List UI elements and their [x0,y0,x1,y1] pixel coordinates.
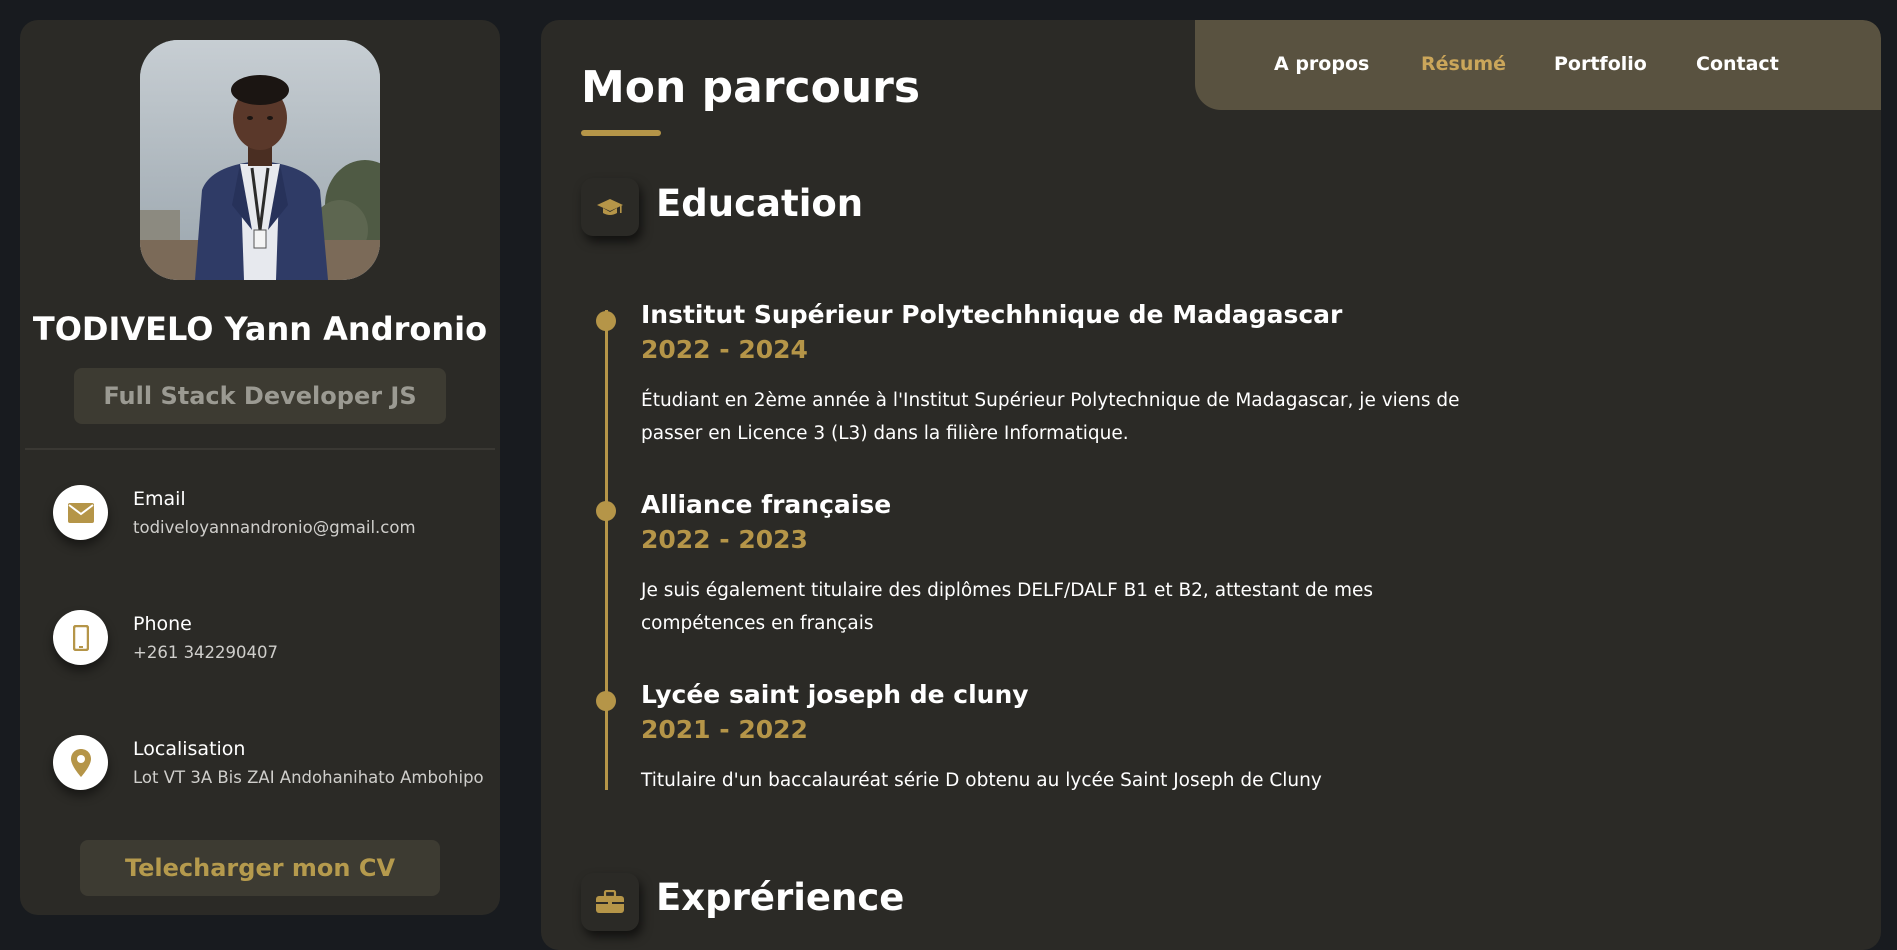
nav-link-resume[interactable]: Résumé [1421,53,1506,75]
profile-photo [140,40,380,280]
top-navbar: A propos Résumé Portfolio Contact [1195,20,1881,110]
education-dates: 2022 - 2023 [641,525,808,554]
nav-link-portfolio[interactable]: Portfolio [1554,53,1647,75]
education-description: Titulaire d'un baccalauréat série D obte… [641,770,1322,791]
education-description: Étudiant en 2ème année à l'Institut Supé… [641,390,1460,444]
map-pin-icon [53,735,108,790]
education-dates: 2022 - 2024 [641,335,808,364]
timeline-dot [596,691,616,711]
education-institution: Lycée saint joseph de cluny [641,680,1029,709]
education-description: Je suis également titulaire des diplômes… [641,580,1374,634]
profile-title-badge: Full Stack Developer JS [74,368,446,424]
contact-email-value[interactable]: todiveloyannandronio@gmail.com [133,518,416,537]
education-timeline [605,310,608,790]
contact-label: Email [133,488,186,510]
envelope-icon [53,485,108,540]
contact-location: Localisation Lot VT 3A Bis ZAI Andohanih… [53,735,493,795]
sidebar: TODIVELO Yann Andronio Full Stack Develo… [20,20,500,915]
briefcase-icon [581,873,639,931]
contact-phone-value[interactable]: +261 342290407 [133,643,278,662]
graduation-cap-icon [581,178,639,236]
timeline-dot [596,501,616,521]
phone-icon [53,610,108,665]
sidebar-divider [25,448,495,450]
download-cv-button[interactable]: Telecharger mon CV [80,840,440,896]
main-panel: A propos Résumé Portfolio Contact Mon pa… [541,20,1881,950]
education-dates: 2021 - 2022 [641,715,808,744]
section-title-education: Education [656,182,864,225]
section-title-experience: Exprérience [656,876,905,919]
contact-label: Localisation [133,738,246,760]
contact-location-value: Lot VT 3A Bis ZAI Andohanihato Ambohipo [133,768,484,787]
nav-link-a-propos[interactable]: A propos [1274,53,1369,75]
contact-phone: Phone +261 342290407 [53,610,493,670]
timeline-dot [596,311,616,331]
avatar [140,40,380,280]
education-institution: Alliance française [641,490,892,519]
education-institution: Institut Supérieur Polytechhnique de Mad… [641,300,1343,329]
profile-name: TODIVELO Yann Andronio [32,310,488,348]
contact-label: Phone [133,613,192,635]
page-title: Mon parcours [581,62,921,113]
nav-link-contact[interactable]: Contact [1696,53,1779,75]
contact-email: Email todiveloyannandronio@gmail.com [53,485,493,545]
title-underline [581,130,661,136]
